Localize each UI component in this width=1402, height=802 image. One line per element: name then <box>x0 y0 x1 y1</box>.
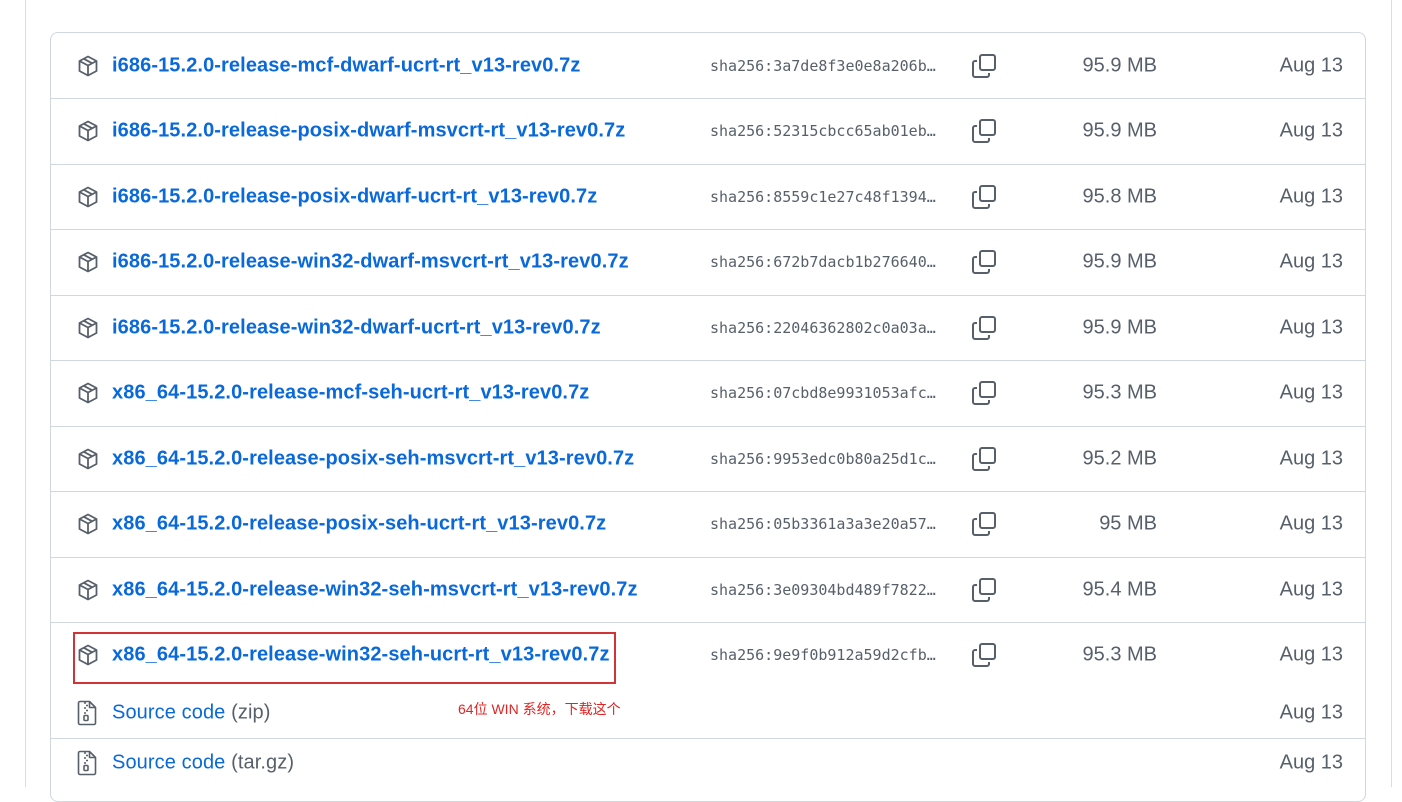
asset-row: i686-15.2.0-release-mcf-dwarf-ucrt-rt_v1… <box>51 33 1365 98</box>
source-row: Source code (zip) Aug 13 <box>51 688 1365 738</box>
asset-download-link[interactable]: x86_64-15.2.0-release-mcf-seh-ucrt-rt_v1… <box>112 382 589 405</box>
asset-size: 95.2 MB <box>1082 447 1157 470</box>
copy-icon[interactable] <box>970 183 998 211</box>
file-zip-icon <box>77 750 97 776</box>
asset-download-link[interactable]: i686-15.2.0-release-posix-dwarf-ucrt-rt_… <box>112 185 597 208</box>
asset-size: 95.4 MB <box>1082 578 1157 601</box>
package-icon <box>76 250 100 274</box>
asset-digest: sha256:07cbd8e9931053afc… <box>710 384 936 403</box>
asset-digest: sha256:3e09304bd489f7822… <box>710 580 936 599</box>
asset-size: 95.9 MB <box>1082 54 1157 76</box>
source-code-format: (zip) <box>231 701 271 723</box>
release-assets-list: i686-15.2.0-release-mcf-dwarf-ucrt-rt_v1… <box>50 32 1366 802</box>
package-icon <box>76 381 100 405</box>
copy-icon[interactable] <box>970 576 998 604</box>
asset-row: x86_64-15.2.0-release-win32-seh-msvcrt-r… <box>51 556 1365 623</box>
source-code-label: Source code <box>112 701 226 723</box>
copy-icon[interactable] <box>970 641 998 669</box>
asset-date: Aug 13 <box>1279 512 1343 535</box>
asset-size: 95.3 MB <box>1082 643 1157 666</box>
asset-date: Aug 13 <box>1279 250 1343 273</box>
asset-date: Aug 13 <box>1279 185 1343 208</box>
asset-date: Aug 13 <box>1279 119 1343 142</box>
asset-size: 95.3 MB <box>1082 381 1157 404</box>
asset-row: i686-15.2.0-release-posix-dwarf-ucrt-rt_… <box>51 163 1365 230</box>
package-icon <box>76 512 100 536</box>
asset-digest: sha256:672b7dacb1b276640… <box>710 253 936 272</box>
package-icon <box>76 578 100 602</box>
package-icon <box>76 119 100 143</box>
annotation-note: 64位 WIN 系统，下载这个 <box>458 701 621 717</box>
asset-download-link[interactable]: i686-15.2.0-release-win32-dwarf-msvcrt-r… <box>112 251 629 274</box>
copy-icon[interactable] <box>970 379 998 407</box>
copy-icon[interactable] <box>970 52 998 80</box>
asset-size: 95.9 MB <box>1082 250 1157 273</box>
page-frame-right <box>1391 0 1392 787</box>
asset-row: x86_64-15.2.0-release-posix-seh-msvcrt-r… <box>51 425 1365 492</box>
asset-digest: sha256:9953edc0b80a25d1c… <box>710 449 936 468</box>
highlight-box <box>73 632 616 684</box>
source-code-link[interactable]: Source code (tar.gz) <box>112 752 294 775</box>
copy-icon[interactable] <box>970 248 998 276</box>
source-code-format: (tar.gz) <box>231 751 295 774</box>
asset-download-link[interactable]: x86_64-15.2.0-release-posix-seh-ucrt-rt_… <box>112 513 606 536</box>
package-icon <box>76 316 100 340</box>
asset-size: 95.8 MB <box>1082 185 1157 208</box>
asset-digest: sha256:05b3361a3a3e20a57… <box>710 515 936 534</box>
asset-row: i686-15.2.0-release-posix-dwarf-msvcrt-r… <box>51 98 1365 164</box>
asset-download-link[interactable]: x86_64-15.2.0-release-win32-seh-msvcrt-r… <box>112 578 638 601</box>
asset-size: 95.9 MB <box>1082 119 1157 142</box>
asset-date: Aug 13 <box>1279 447 1343 470</box>
asset-date: Aug 13 <box>1279 643 1343 666</box>
package-icon <box>76 54 100 78</box>
asset-date: Aug 13 <box>1279 578 1343 601</box>
source-code-label: Source code <box>112 751 226 774</box>
asset-date: Aug 13 <box>1279 751 1343 774</box>
copy-icon[interactable] <box>970 510 998 538</box>
asset-row: x86_64-15.2.0-release-mcf-seh-ucrt-rt_v1… <box>51 360 1365 426</box>
asset-download-link[interactable]: i686-15.2.0-release-posix-dwarf-msvcrt-r… <box>112 120 625 143</box>
source-code-link[interactable]: Source code (zip) <box>112 701 270 724</box>
package-icon <box>76 185 100 209</box>
asset-size: 95 MB <box>1099 512 1157 535</box>
package-icon <box>76 447 100 471</box>
asset-digest: sha256:8559c1e27c48f1394… <box>710 187 936 206</box>
page-frame-left <box>25 0 26 787</box>
asset-row: x86_64-15.2.0-release-posix-seh-ucrt-rt_… <box>51 491 1365 557</box>
asset-date: Aug 13 <box>1279 316 1343 339</box>
copy-icon[interactable] <box>970 445 998 473</box>
asset-row: i686-15.2.0-release-win32-dwarf-msvcrt-r… <box>51 229 1365 295</box>
asset-date: Aug 13 <box>1279 381 1343 404</box>
asset-download-link[interactable]: i686-15.2.0-release-win32-dwarf-ucrt-rt_… <box>112 316 601 339</box>
file-zip-icon <box>77 700 97 726</box>
copy-icon[interactable] <box>970 314 998 342</box>
asset-date: Aug 13 <box>1279 701 1343 723</box>
asset-download-link[interactable]: i686-15.2.0-release-mcf-dwarf-ucrt-rt_v1… <box>112 54 580 77</box>
asset-date: Aug 13 <box>1279 54 1343 76</box>
asset-digest: sha256:3a7de8f3e0e8a206b… <box>710 56 936 75</box>
asset-digest: sha256:9e9f0b912a59d2cfb… <box>710 646 936 665</box>
copy-icon[interactable] <box>970 117 998 145</box>
asset-download-link[interactable]: x86_64-15.2.0-release-posix-seh-msvcrt-r… <box>112 447 634 470</box>
asset-size: 95.9 MB <box>1082 316 1157 339</box>
asset-digest: sha256:22046362802c0a03a… <box>710 318 936 337</box>
asset-row: i686-15.2.0-release-win32-dwarf-ucrt-rt_… <box>51 294 1365 361</box>
source-row: Source code (tar.gz) Aug 13 <box>51 737 1365 788</box>
asset-digest: sha256:52315cbcc65ab01eb… <box>710 122 936 141</box>
